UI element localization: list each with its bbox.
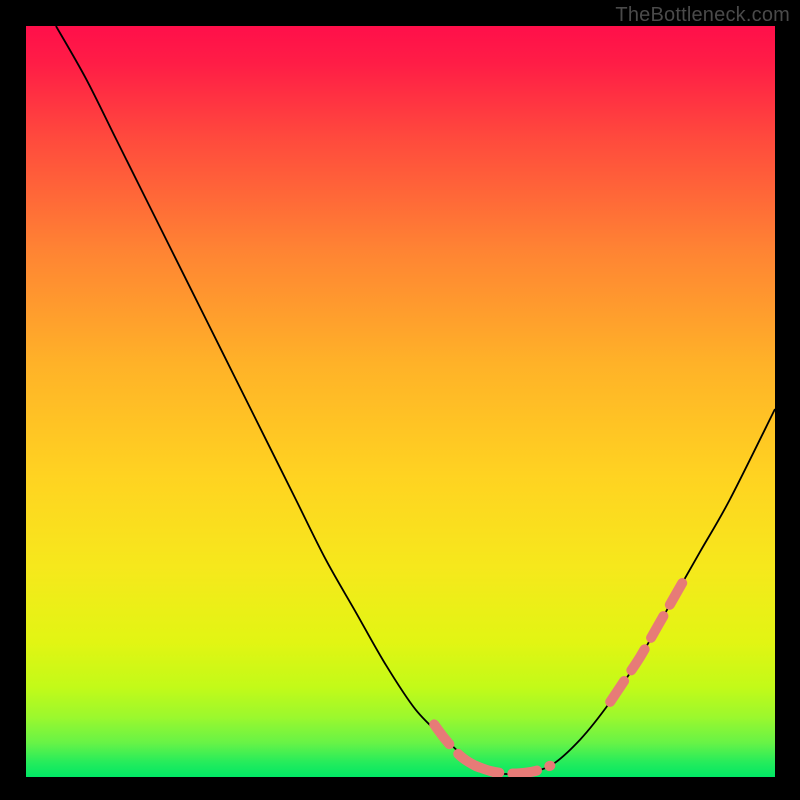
gradient-background <box>26 26 775 777</box>
chart-stage: TheBottleneck.com <box>0 0 800 800</box>
bottleneck-plot <box>26 26 775 777</box>
watermark-text: TheBottleneck.com <box>615 4 790 27</box>
